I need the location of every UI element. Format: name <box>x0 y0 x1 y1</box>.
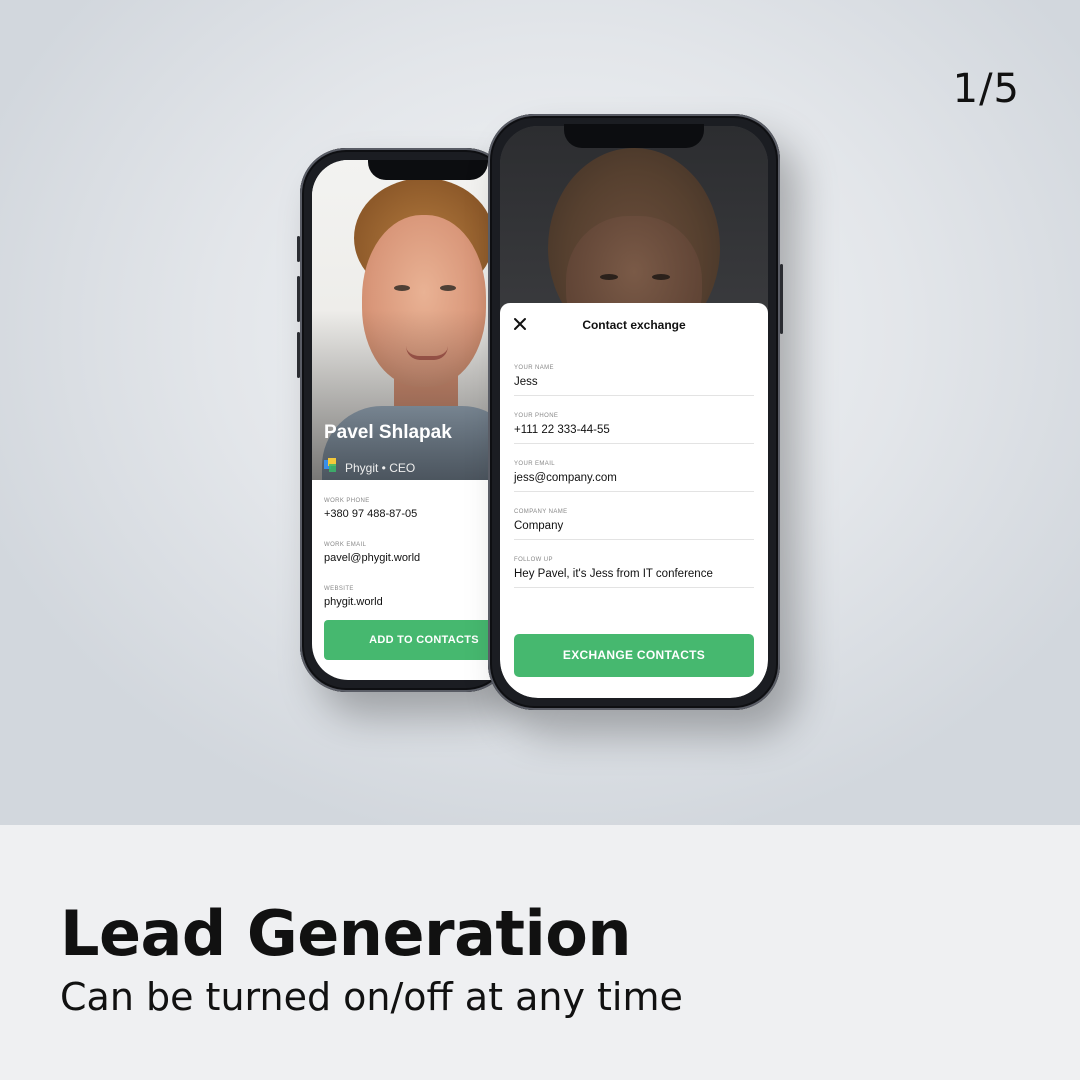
hero-area: 1/5 Pavel Shlapak Phygit • CEO WORK PHON… <box>0 0 1080 825</box>
phone-side-button <box>297 276 300 322</box>
work-phone-label: WORK PHONE <box>324 498 370 504</box>
phone-side-button <box>297 332 300 378</box>
your-name-label: YOUR NAME <box>514 365 554 371</box>
field-divider <box>514 587 754 588</box>
phone-notch <box>368 160 488 180</box>
field-divider <box>514 395 754 396</box>
back-phone-screen: Pavel Shlapak Phygit • CEO WORK PHONE +3… <box>312 160 512 680</box>
follow-up-field[interactable]: Hey Pavel, it's Jess from IT conference <box>514 568 713 580</box>
add-to-contacts-button[interactable]: ADD TO CONTACTS <box>324 620 512 660</box>
your-email-label: YOUR EMAIL <box>514 461 556 467</box>
company-name-label: COMPANY NAME <box>514 509 568 515</box>
caption-area: Lead Generation Can be turned on/off at … <box>0 825 1080 1080</box>
follow-up-label: FOLLOW UP <box>514 557 553 563</box>
modal-title: Contact exchange <box>582 318 686 332</box>
website-value[interactable]: phygit.world <box>324 596 383 608</box>
front-phone: Contact exchange YOUR NAME Jess YOUR PHO… <box>488 114 783 710</box>
back-phone: Pavel Shlapak Phygit • CEO WORK PHONE +3… <box>297 148 512 692</box>
work-email-value[interactable]: pavel@phygit.world <box>324 552 420 564</box>
headline: Lead Generation <box>60 897 632 970</box>
work-email-label: WORK EMAIL <box>324 542 367 548</box>
field-divider <box>514 443 754 444</box>
phygit-logo-icon <box>324 458 336 472</box>
field-divider <box>514 491 754 492</box>
subline: Can be turned on/off at any time <box>60 975 683 1019</box>
front-phone-screen: Contact exchange YOUR NAME Jess YOUR PHO… <box>500 126 768 698</box>
exchange-contacts-button[interactable]: EXCHANGE CONTACTS <box>514 634 754 677</box>
your-phone-field[interactable]: +111 22 333-44-55 <box>514 424 610 436</box>
your-email-field[interactable]: jess@company.com <box>514 472 617 484</box>
page-counter: 1/5 <box>952 66 1020 112</box>
field-divider <box>514 539 754 540</box>
phone-notch <box>564 124 704 148</box>
contact-exchange-modal: Contact exchange YOUR NAME Jess YOUR PHO… <box>500 303 768 698</box>
company-name-field[interactable]: Company <box>514 520 563 532</box>
phone-side-button <box>780 264 783 334</box>
website-label: WEBSITE <box>324 586 354 592</box>
card-company: Phygit • CEO <box>345 461 416 475</box>
phone-side-button <box>297 236 300 262</box>
your-name-field[interactable]: Jess <box>514 376 538 388</box>
your-phone-label: YOUR PHONE <box>514 413 559 419</box>
work-phone-value[interactable]: +380 97 488-87-05 <box>324 508 417 520</box>
card-name: Pavel Shlapak <box>324 422 452 443</box>
dimmed-profile-photo <box>500 126 768 326</box>
